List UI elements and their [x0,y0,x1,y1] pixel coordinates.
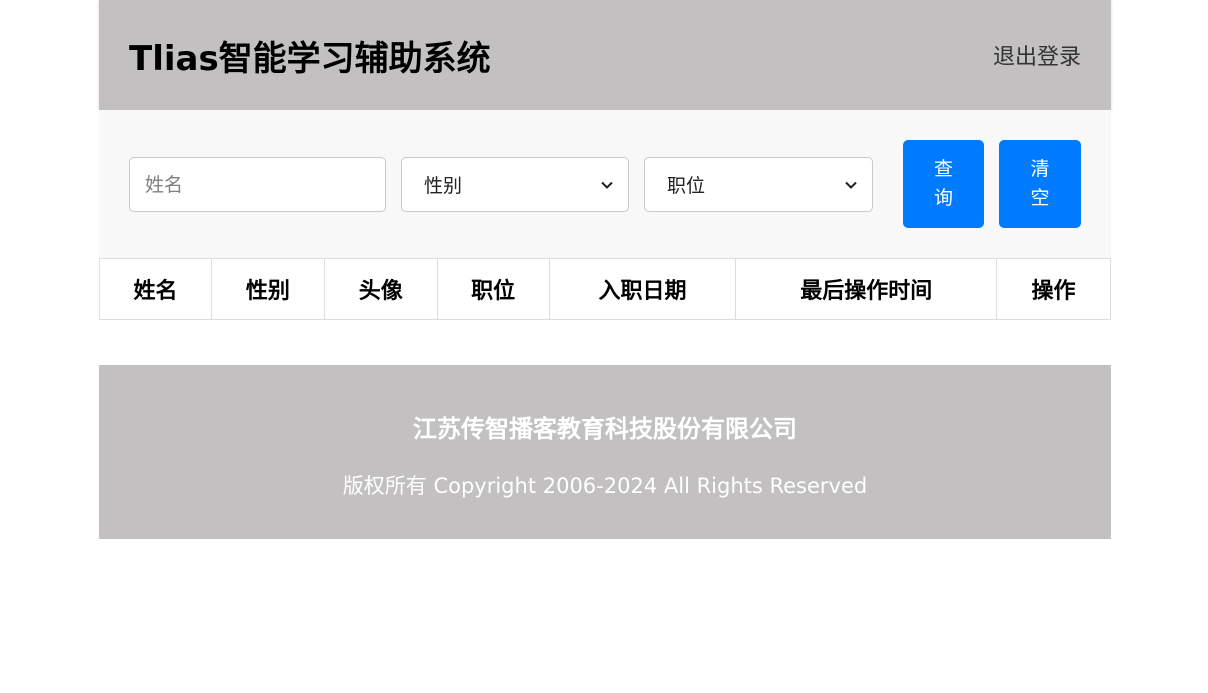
table-header-row: 姓名 性别 头像 职位 入职日期 最后操作时间 操作 [99,258,1111,320]
job-select[interactable]: 职位 [644,157,873,212]
app-title: Tlias智能学习辅助系统 [129,38,491,79]
query-button-label: 查询 [933,158,953,209]
footer-copyright: 版权所有 Copyright 2006-2024 All Rights Rese… [342,474,868,498]
footer-company: 江苏传智播客教育科技股份有限公司 [413,415,797,443]
employee-table: 姓名 性别 头像 职位 入职日期 最后操作时间 操作 [99,258,1111,320]
query-button[interactable]: 查询 [903,140,984,228]
app-header: Tlias智能学习辅助系统 退出登录 [99,0,1111,110]
column-header-job: 职位 [436,258,550,320]
page-container: Tlias智能学习辅助系统 退出登录 性别 职位 查询 清空 [99,0,1111,539]
clear-button[interactable]: 清空 [999,140,1081,228]
page-footer: 江苏传智播客教育科技股份有限公司 版权所有 Copyright 2006-202… [99,365,1111,539]
clear-button-label: 清空 [1030,158,1050,209]
job-select-value: 职位 [667,175,706,197]
search-bar: 性别 职位 查询 清空 [99,110,1111,258]
gender-select-value: 性别 [424,175,463,197]
logout-link[interactable]: 退出登录 [993,39,1081,71]
column-header-update-time: 最后操作时间 [735,258,998,320]
gender-select[interactable]: 性别 [401,157,629,212]
chevron-down-icon [601,181,613,189]
column-header-avatar: 头像 [323,258,438,320]
chevron-down-icon [845,181,857,189]
column-header-name: 姓名 [99,258,212,320]
name-search-input[interactable] [129,157,386,212]
column-header-gender: 性别 [210,258,325,320]
column-header-entry-date: 入职日期 [548,258,737,320]
column-header-actions: 操作 [996,258,1111,320]
